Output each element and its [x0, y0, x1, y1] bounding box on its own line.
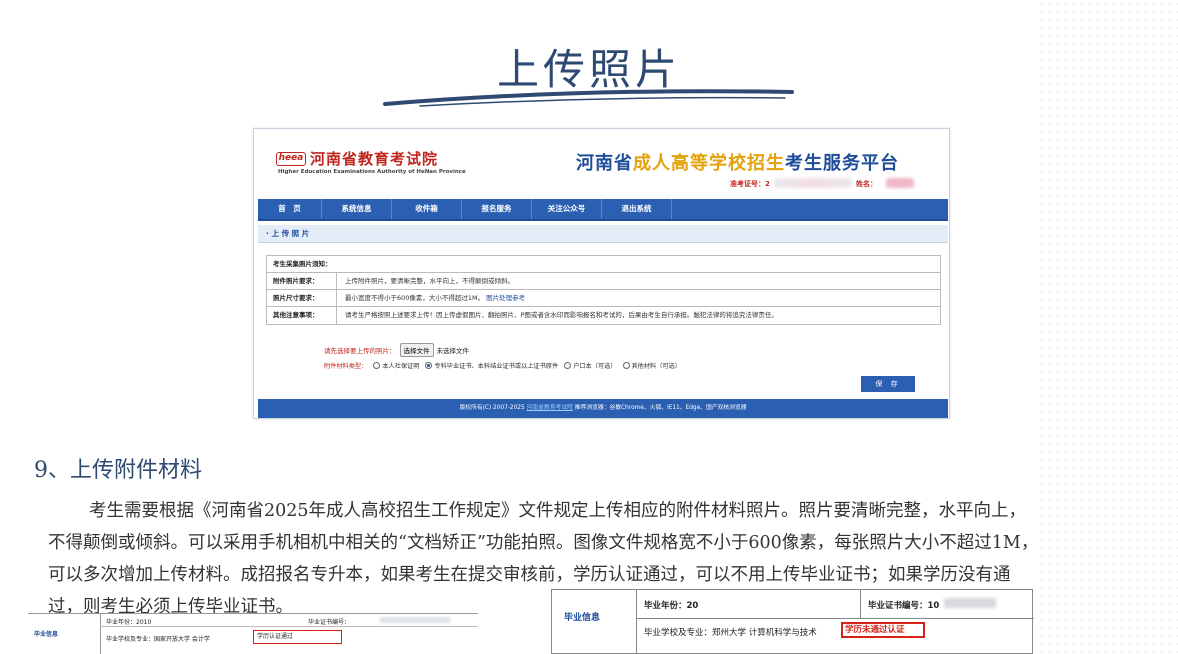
certificate-number-label: 毕业证书编号：: [308, 619, 351, 626]
footer-browser-note: 推荐浏览器：谷歌Chrome、火狐、IE11、Edge、国产双核浏览器: [574, 405, 747, 411]
graduation-label: 毕业信息: [34, 631, 59, 638]
body-text-line: 可以多次增加上传材料。成招报名专升本，如果考生在提交审核前，学历认证通过，可以不…: [48, 565, 1011, 585]
nav-follow-account[interactable]: 关注公众号: [532, 199, 602, 219]
radio-circle-icon: [564, 362, 572, 369]
exam-authority-logo: heea: [276, 152, 306, 166]
notice-row-label: 其他注意事项：: [267, 307, 337, 324]
portal-header: heea 河南省教育考试院 Higher Education Examinati…: [254, 129, 949, 199]
notice-row: 照片尺寸要求： 最小宽度不得小于600像素，大小不得超过1M。 图片处理参考: [267, 290, 940, 307]
title-swoosh-decoration: [383, 89, 794, 107]
portal-screenshot: heea 河南省教育考试院 Higher Education Examinati…: [253, 128, 950, 419]
platform-title: 河南省成人高等学校招生考生服务平台: [576, 149, 899, 175]
nav-home[interactable]: 首 页: [258, 199, 322, 219]
footer-org-link[interactable]: 河南省教育考试院: [527, 405, 573, 411]
body-text-line: 考生需要根据《河南省2025年成人高校招生工作规定》文件规定上传相应的附件材料照…: [89, 501, 1027, 521]
no-file-text: 未选择文件: [436, 347, 470, 355]
status-badge-failed: 学历未通过认证: [841, 622, 925, 638]
divider: [636, 618, 1034, 619]
graduation-school: 毕业学校及专业：郑州大学 计算机科学与技术: [644, 628, 817, 638]
radio-household-register[interactable]: 户口本（可选）: [564, 361, 617, 370]
background-dot-pattern: [1038, 0, 1178, 654]
image-processing-link[interactable]: 图片处理参考: [486, 294, 525, 302]
notice-row: 其他注意事项： 请考生严格按照上述要求上传！因上传虚假图片、翻拍照片、P图或者含…: [267, 307, 940, 324]
exam-number-label: 准考证号：2: [730, 180, 770, 188]
radio-circle-icon: [622, 362, 630, 369]
certificate-number-label: 毕业证书编号：10: [868, 601, 940, 611]
save-button[interactable]: 保 存: [861, 376, 915, 392]
certificate-number-redacted: [380, 617, 450, 623]
radio-social-security[interactable]: 本人社保证明: [373, 361, 419, 370]
nav-inbox[interactable]: 收件箱: [392, 199, 462, 219]
notice-row-value: 最小宽度不得小于600像素，大小不得超过1M。 图片处理参考: [337, 290, 525, 306]
platform-title-prefix: 河南省: [576, 153, 633, 174]
section-title-bar: · 上 传 照 片: [258, 225, 948, 243]
name-redacted: [886, 178, 914, 188]
divider: [100, 614, 101, 654]
nav-system-info[interactable]: 系统信息: [322, 199, 392, 219]
notice-row-label: 照片尺寸要求：: [267, 290, 337, 306]
notice-row-value: 上传附件照片，要清晰完整，水平向上，不得颠倒或倾斜。: [345, 277, 514, 285]
radio-label: 户口本（可选）: [573, 363, 617, 370]
nav-registration[interactable]: 报名服务: [462, 199, 532, 219]
radio-checked-icon: [425, 362, 433, 369]
notice-row-text: 最小宽度不得小于600像素，大小不得超过1M。: [345, 294, 485, 302]
org-name-english: Higher Education Examinations Authority …: [278, 169, 466, 175]
graduation-info-failed: 毕业信息 毕业年份：20 毕业证书编号：10 毕业学校及专业：郑州大学 计算机科…: [551, 589, 1034, 654]
upload-label: 请先选择要上传的照片：: [324, 347, 396, 355]
notice-row: 附件照片要求： 上传附件照片，要清晰完整，水平向上，不得颠倒或倾斜。: [267, 273, 940, 290]
status-badge-passed: 学历认证通过: [253, 630, 342, 644]
main-nav: 首 页 系统信息 收件箱 报名服务 关注公众号 退出系统: [258, 199, 948, 221]
notice-title: 考生采集照片须知：: [267, 256, 940, 273]
body-text-line: 不得颠倒或倾斜。可以采用手机相机中相关的“文档矫正”功能拍照。图像文件规格宽不小…: [48, 533, 1039, 553]
graduation-info-passed: 毕业信息 毕业年份：2010 毕业证书编号： 毕业学校及专业：国家开放大学 会计…: [28, 613, 478, 654]
notice-row-label: 附件照片要求：: [267, 273, 337, 289]
upload-row: 请先选择要上传的照片： 选择文件 未选择文件: [324, 343, 469, 357]
radio-circle-icon: [373, 362, 381, 369]
notice-row-value: 请考生严格按照上述要求上传！因上传虚假图片、翻拍照片、P图或者含水印而影响报名和…: [345, 311, 778, 319]
exam-number-redacted: [774, 178, 852, 188]
section-heading: 9、上传附件材料: [34, 458, 202, 483]
material-type-row: 附件材料类型： 本人社保证明 专科毕业证书、本科结业证书或以上证书原件 户口本（…: [324, 361, 681, 370]
material-type-label: 附件材料类型：: [324, 363, 368, 370]
graduation-year: 毕业年份：2010: [106, 619, 152, 626]
choose-file-button[interactable]: 选择文件: [399, 343, 434, 357]
name-label: 姓名：: [856, 180, 877, 188]
nav-logout[interactable]: 退出系统: [602, 199, 672, 219]
org-name: 河南省教育考试院: [310, 150, 439, 168]
radio-diploma[interactable]: 专科毕业证书、本科结业证书或以上证书原件: [425, 361, 558, 370]
radio-other-materials[interactable]: 其他材料（可选）: [622, 361, 682, 370]
portal-footer: 版权所有(C) 2007-2025 河南省教育考试院 推荐浏览器：谷歌Chrom…: [258, 399, 948, 418]
platform-title-highlight: 成人高等学校招生: [633, 153, 785, 174]
radio-label: 其他材料（可选）: [631, 363, 682, 370]
certificate-number-redacted: [944, 598, 996, 608]
divider: [636, 590, 637, 654]
radio-label: 专科毕业证书、本科结业证书或以上证书原件: [434, 363, 559, 370]
photo-notice-table: 考生采集照片须知： 附件照片要求： 上传附件照片，要清晰完整，水平向上，不得颠倒…: [266, 255, 941, 325]
platform-title-suffix: 考生服务平台: [785, 153, 899, 174]
divider: [100, 626, 478, 627]
graduation-year: 毕业年份：20: [644, 601, 699, 611]
divider: [860, 590, 861, 618]
graduation-label: 毕业信息: [564, 613, 601, 623]
radio-label: 本人社保证明: [382, 363, 420, 370]
footer-copyright: 版权所有(C) 2007-2025: [459, 405, 525, 411]
graduation-school: 毕业学校及专业：国家开放大学 会计学: [106, 636, 210, 643]
